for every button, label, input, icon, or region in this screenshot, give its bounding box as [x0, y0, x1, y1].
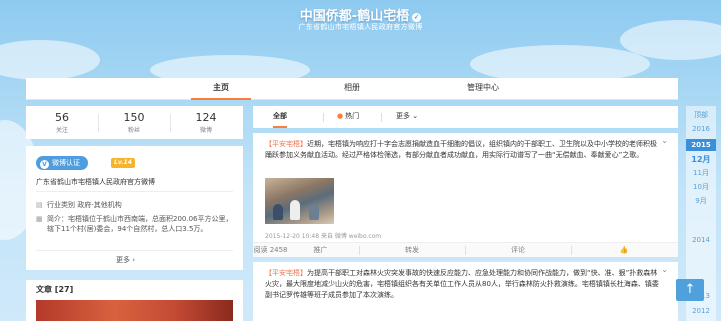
- post-action-bar: 阅读 2458 推广 转发 评论 👍: [253, 242, 678, 257]
- stat-posts-count: 124: [195, 111, 217, 124]
- article-cover-image[interactable]: [36, 300, 233, 321]
- post-text: 【平安宅梧】近期，宅梧镇为响应打十字会志愿捐献造血干细胞的倡议，组织镇内的干部职…: [265, 139, 660, 161]
- tab-album[interactable]: 相册: [322, 78, 382, 100]
- page-subtitle: 广东省鹤山市宅梧镇人民政府官方微博: [298, 23, 423, 31]
- timeline-month-9[interactable]: 9月: [686, 196, 716, 206]
- timeline-year-2015[interactable]: 2015: [686, 139, 716, 151]
- post-body: 近期，宅梧镇为响应打十字会志愿捐献造血干细胞的倡议，组织镇内的干部职工、卫生院以…: [265, 140, 657, 159]
- level-badge[interactable]: Lv.14: [111, 158, 135, 168]
- scroll-to-top-button[interactable]: ↑: [676, 279, 704, 301]
- photo-figure: [309, 204, 319, 220]
- post-hashtag[interactable]: 【平安宅梧】: [265, 140, 307, 148]
- stats-card: 56 关注 150 粉丝 124 微博: [26, 106, 243, 139]
- verification-badge[interactable]: V 微博认证: [36, 156, 88, 170]
- feed-tab-all[interactable]: 全部: [273, 106, 287, 128]
- timeline-year-2012[interactable]: 2012: [686, 307, 716, 315]
- stat-followers-count: 150: [123, 111, 145, 124]
- stat-following-label: 关注: [55, 127, 68, 134]
- timeline-top[interactable]: 顶部: [686, 110, 716, 120]
- profile-info-card: V 微博认证 Lv.14 广东省鹤山市宅梧镇人民政府官方微博 ▤ 行业类别 政府-其…: [26, 146, 243, 270]
- articles-title[interactable]: 文章 [27]: [36, 284, 73, 295]
- industry-text: 行业类别 政府-其他机构: [47, 201, 122, 209]
- info-icon: ▦: [36, 215, 43, 223]
- stat-followers-label: 粉丝: [127, 127, 140, 134]
- intro-row: ▦ 简介：宅梧镇位于鹤山市西南端，总面积200.06平方公里，辖下11个村(居)…: [36, 214, 236, 234]
- repost-button[interactable]: 转发: [359, 243, 465, 258]
- timeline-month-10[interactable]: 10月: [686, 182, 716, 192]
- chevron-down-icon[interactable]: ⌄: [661, 265, 668, 274]
- feed-filter-tabs: 全部 ● 热门 更多 ⌄: [253, 106, 678, 128]
- verification-description: 广东省鹤山市宅梧镇人民政府官方微博: [36, 178, 155, 186]
- intro-text: 简介：宅梧镇位于鹤山市西南端，总面积200.06平方公里，辖下11个村(居)委会…: [47, 215, 233, 233]
- verified-icon: ✓: [412, 13, 422, 22]
- tab-admin-center[interactable]: 管理中心: [453, 78, 513, 100]
- thumbs-up-icon: 👍: [619, 246, 629, 254]
- profile-nav: 主页 相册 管理中心: [26, 78, 678, 100]
- post-photo[interactable]: [265, 178, 334, 224]
- articles-card: 文章 [27]: [26, 280, 243, 321]
- stat-posts-label: 微博: [199, 127, 212, 134]
- feed-tab-more[interactable]: 更多 ⌄: [396, 106, 418, 128]
- tab-home[interactable]: 主页: [191, 78, 251, 100]
- hot-icon: ●: [337, 112, 344, 120]
- like-button[interactable]: 👍: [571, 243, 677, 258]
- comment-button[interactable]: 评论: [465, 243, 571, 258]
- tab-separator: [381, 113, 382, 122]
- tab-separator: [323, 113, 324, 122]
- post-text: 【平安宅梧】为提高干部职工对森林火灾突发事故的快速反应能力、应急处理能力和协同作…: [265, 268, 660, 301]
- stat-posts[interactable]: 124 微博: [170, 111, 242, 134]
- timeline-month-12[interactable]: 12月: [686, 154, 716, 165]
- chevron-down-icon[interactable]: ⌄: [661, 136, 668, 145]
- feed-tab-hot-label: 热门: [345, 112, 360, 120]
- stat-following[interactable]: 56 关注: [26, 111, 98, 134]
- feed-tab-hot[interactable]: ● 热门: [337, 106, 359, 128]
- more-link[interactable]: 更多 ›: [116, 255, 135, 265]
- promote-button[interactable]: 推广: [293, 243, 348, 258]
- photo-figure: [273, 204, 283, 220]
- photo-figure: [290, 200, 300, 220]
- briefcase-icon: ▤: [36, 201, 43, 209]
- verification-label: 微博认证: [52, 159, 80, 167]
- stat-following-count: 56: [55, 111, 69, 124]
- profile-header: 中国侨都-鹤山宅梧 ✓ 广东省鹤山市宅梧镇人民政府官方微博: [0, 0, 721, 78]
- timeline-month-11[interactable]: 11月: [686, 168, 716, 178]
- timeline-year-2016[interactable]: 2016: [686, 125, 716, 133]
- timeline-year-2014[interactable]: 2014: [686, 236, 716, 244]
- stat-followers[interactable]: 150 粉丝: [98, 111, 170, 134]
- divider: [36, 250, 233, 251]
- divider: [36, 191, 233, 192]
- industry-row: ▤ 行业类别 政府-其他机构: [36, 200, 122, 210]
- post-hashtag[interactable]: 【平安宅梧】: [265, 269, 307, 277]
- post-timestamp[interactable]: 2015-12-20 10:48 来自 微博 weibo.com: [265, 231, 381, 240]
- verified-v-icon: V: [40, 160, 49, 169]
- weibo-post: ⌄ 【平安宅梧】为提高干部职工对森林火灾突发事故的快速反应能力、应急处理能力和协…: [253, 262, 678, 321]
- post-body: 为提高干部职工对森林火灾突发事故的快速反应能力、应急处理能力和协同作战能力，做到…: [265, 269, 659, 299]
- weibo-post: ⌄ 【平安宅梧】近期，宅梧镇为响应打十字会志愿捐献造血干细胞的倡议，组织镇内的干…: [253, 133, 678, 257]
